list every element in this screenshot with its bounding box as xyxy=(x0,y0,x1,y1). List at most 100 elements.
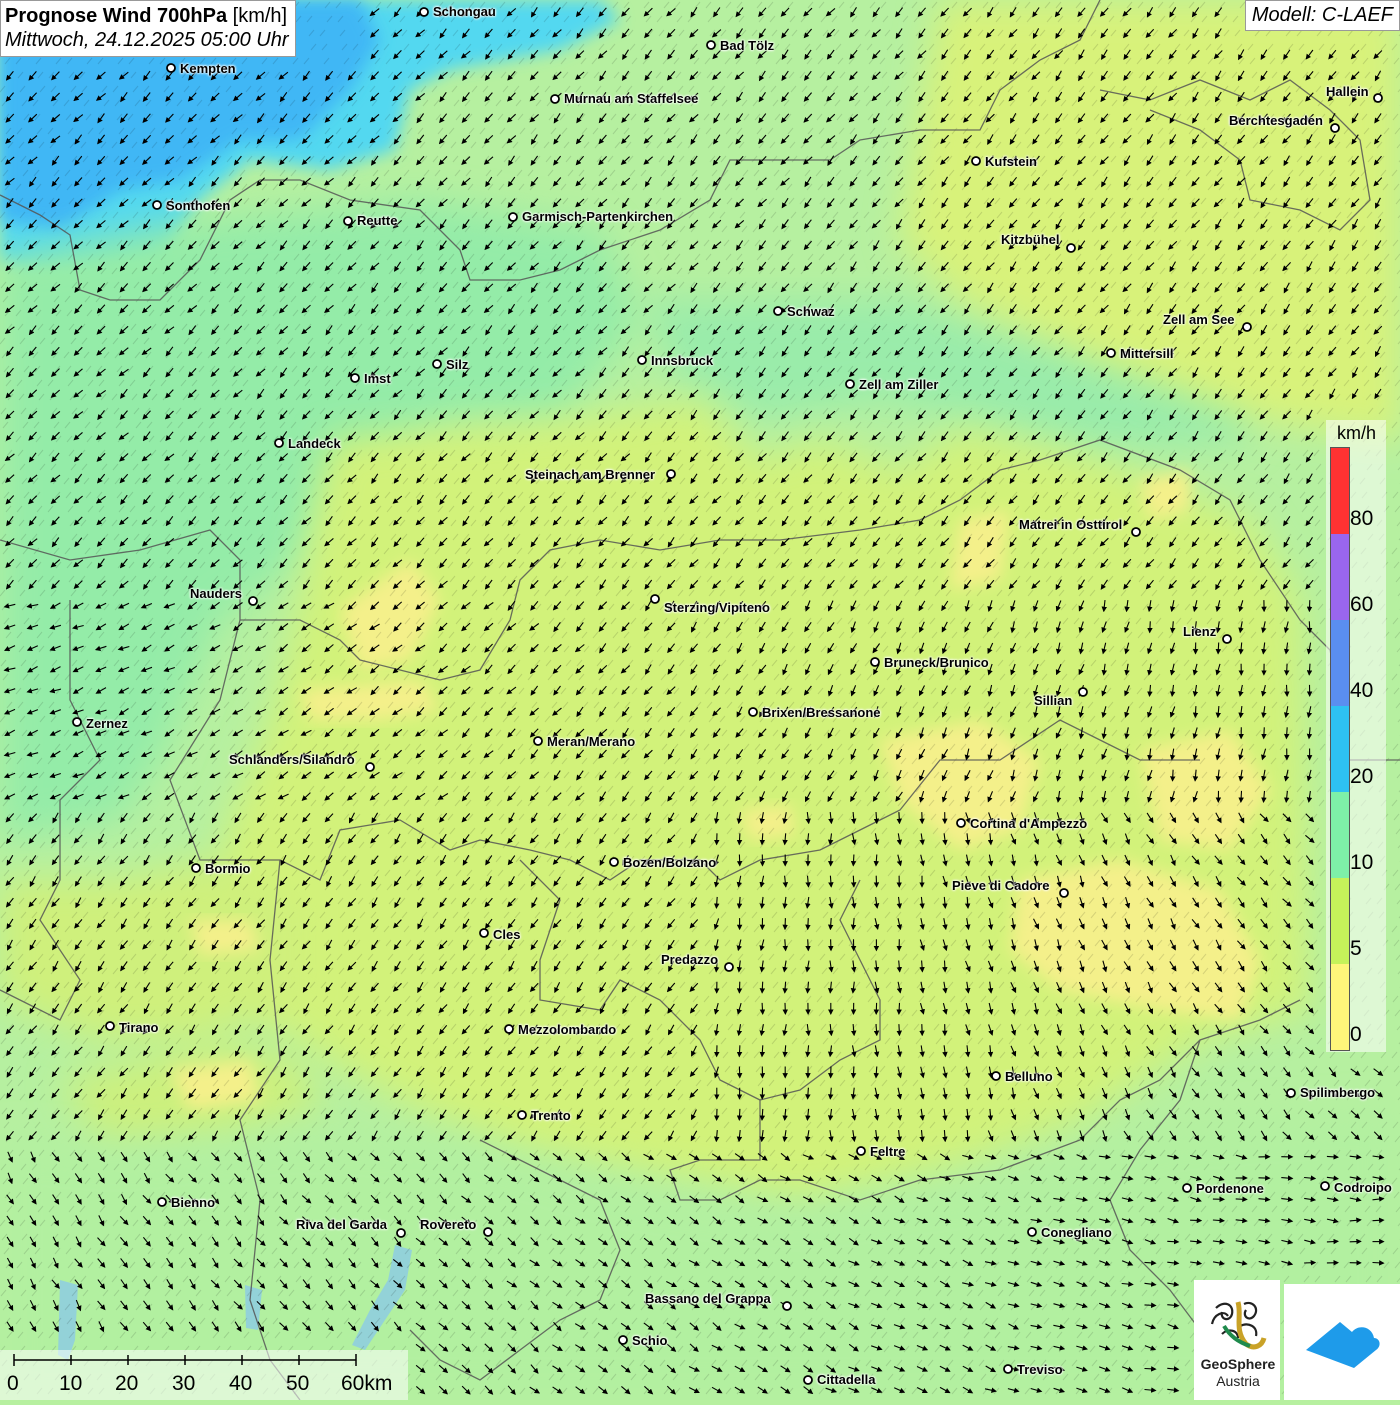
city-label-garmisch-partenkirchen: Garmisch-Partenkirchen xyxy=(522,209,673,224)
city-marker-reutte[interactable] xyxy=(344,217,352,225)
legend-segment-40-60 xyxy=(1331,620,1349,706)
city-marker-kempten[interactable] xyxy=(167,64,175,72)
city-label-bienno: Bienno xyxy=(171,1195,215,1210)
city-label-pieve-di-cadore: Pieve di Cadore xyxy=(952,878,1050,893)
map-title-unit: [km/h] xyxy=(233,5,287,27)
city-label-hallein: Hallein xyxy=(1326,84,1369,99)
scale-label-30: 30 xyxy=(172,1372,195,1396)
city-marker-sterzing-vipiteno[interactable] xyxy=(651,595,659,603)
city-marker-conegliano[interactable] xyxy=(1028,1228,1036,1236)
city-marker-treviso[interactable] xyxy=(1004,1365,1012,1373)
scale-label-60km: 60km xyxy=(341,1372,392,1396)
city-label-berchtesgaden: Berchtesgaden xyxy=(1229,113,1323,128)
city-marker-bozen-bolzano[interactable] xyxy=(610,858,618,866)
city-marker-sillian[interactable] xyxy=(1079,688,1087,696)
geosphere-logo[interactable]: GeoSphere Austria xyxy=(1194,1280,1280,1400)
geosphere-swirl-icon xyxy=(1194,1286,1280,1356)
city-marker-riva-del-garda[interactable] xyxy=(397,1229,405,1237)
weather-app-logo[interactable] xyxy=(1284,1284,1400,1400)
legend-unit: km/h xyxy=(1337,423,1376,444)
city-marker-steinach-am-brenner[interactable] xyxy=(667,470,675,478)
city-marker-pordenone[interactable] xyxy=(1183,1184,1191,1192)
city-label-bozen-bolzano: Bozen/Bolzano xyxy=(623,855,716,870)
city-marker-lienz[interactable] xyxy=(1223,635,1231,643)
map-title: Prognose Wind 700hPa xyxy=(5,5,227,27)
city-label-schongau: Schongau xyxy=(433,4,496,19)
city-marker-codroipo[interactable] xyxy=(1321,1182,1329,1190)
city-marker-schio[interactable] xyxy=(619,1336,627,1344)
city-marker-bienno[interactable] xyxy=(158,1198,166,1206)
city-label-bruneck-brunico: Bruneck/Brunico xyxy=(884,655,989,670)
city-marker-bassano-del-grappa[interactable] xyxy=(783,1302,791,1310)
city-label-spilimbergo: Spilimbergo xyxy=(1300,1085,1375,1100)
city-marker-sonthofen[interactable] xyxy=(153,201,161,209)
city-label-matrei-in-osttirol: Matrei in Osttirol xyxy=(1019,517,1122,532)
calm-zone-10 xyxy=(740,805,795,840)
city-marker-cortina-d-ampezzo[interactable] xyxy=(957,819,965,827)
city-marker-silz[interactable] xyxy=(433,360,441,368)
city-marker-innsbruck[interactable] xyxy=(638,356,646,364)
city-marker-murnau-am-staffelsee[interactable] xyxy=(551,95,559,103)
city-label-trento: Trento xyxy=(531,1108,571,1123)
city-label-brixen-bressanone: Brixen/Bressanone xyxy=(762,705,881,720)
legend-segment-0-5 xyxy=(1331,964,1349,1050)
city-label-zernez: Zernez xyxy=(86,716,128,731)
city-marker-mezzolombardo[interactable] xyxy=(505,1025,513,1033)
city-marker-feltre[interactable] xyxy=(857,1147,865,1155)
city-marker-schwaz[interactable] xyxy=(774,307,782,315)
city-marker-schlanders-silandro[interactable] xyxy=(366,763,374,771)
city-marker-brixen-bressanone[interactable] xyxy=(749,708,757,716)
city-label-sillian: Sillian xyxy=(1034,693,1072,708)
city-marker-hallein[interactable] xyxy=(1374,94,1382,102)
city-marker-bad-t-lz[interactable] xyxy=(707,41,715,49)
city-marker-spilimbergo[interactable] xyxy=(1287,1089,1295,1097)
city-marker-zell-am-see[interactable] xyxy=(1243,323,1251,331)
city-label-codroipo: Codroipo xyxy=(1334,1180,1392,1195)
city-marker-berchtesgaden[interactable] xyxy=(1331,124,1339,132)
city-marker-imst[interactable] xyxy=(351,374,359,382)
legend-label-0: 0 xyxy=(1350,1023,1362,1047)
city-label-silz: Silz xyxy=(446,357,468,372)
city-marker-mittersill[interactable] xyxy=(1107,349,1115,357)
city-label-lienz: Lienz xyxy=(1183,624,1216,639)
city-marker-kufstein[interactable] xyxy=(972,157,980,165)
legend-label-80: 80 xyxy=(1350,507,1373,531)
city-marker-meran-merano[interactable] xyxy=(534,737,542,745)
city-marker-bormio[interactable] xyxy=(192,864,200,872)
legend-segment-5-10 xyxy=(1331,878,1349,964)
city-marker-matrei-in-osttirol[interactable] xyxy=(1132,528,1140,536)
legend-label-10: 10 xyxy=(1350,851,1373,875)
city-label-zell-am-ziller: Zell am Ziller xyxy=(859,377,938,392)
legend-color-bar xyxy=(1330,447,1350,1051)
city-marker-belluno[interactable] xyxy=(992,1072,1000,1080)
city-marker-kitzb-hel[interactable] xyxy=(1067,244,1075,252)
forecast-datetime: Mittwoch, 24.12.2025 05:00 Uhr xyxy=(5,28,289,52)
city-marker-nauders[interactable] xyxy=(249,597,257,605)
weather-app-cloud-icon xyxy=(1284,1284,1400,1400)
city-marker-bruneck-brunico[interactable] xyxy=(871,658,879,666)
city-label-bad-t-lz: Bad Tölz xyxy=(720,38,774,53)
city-marker-tirano[interactable] xyxy=(106,1022,114,1030)
city-marker-pieve-di-cadore[interactable] xyxy=(1060,889,1068,897)
legend-label-20: 20 xyxy=(1350,765,1373,789)
city-label-imst: Imst xyxy=(364,371,391,386)
city-marker-rovereto[interactable] xyxy=(484,1228,492,1236)
city-label-cittadella: Cittadella xyxy=(817,1372,876,1387)
city-label-schio: Schio xyxy=(632,1333,667,1348)
city-marker-schongau[interactable] xyxy=(420,8,428,16)
city-marker-garmisch-partenkirchen[interactable] xyxy=(509,213,517,221)
city-label-pordenone: Pordenone xyxy=(1196,1181,1264,1196)
city-marker-trento[interactable] xyxy=(518,1111,526,1119)
city-marker-cles[interactable] xyxy=(480,929,488,937)
city-label-murnau-am-staffelsee: Murnau am Staffelsee xyxy=(564,91,698,106)
city-label-bormio: Bormio xyxy=(205,861,251,876)
city-marker-zell-am-ziller[interactable] xyxy=(846,380,854,388)
city-label-sonthofen: Sonthofen xyxy=(166,198,230,213)
scale-label-0: 0 xyxy=(7,1372,19,1396)
city-label-riva-del-garda: Riva del Garda xyxy=(296,1217,387,1232)
city-marker-cittadella[interactable] xyxy=(804,1376,812,1384)
city-marker-zernez[interactable] xyxy=(73,718,81,726)
city-label-kempten: Kempten xyxy=(180,61,236,76)
city-marker-predazzo[interactable] xyxy=(725,963,733,971)
city-marker-landeck[interactable] xyxy=(275,439,283,447)
